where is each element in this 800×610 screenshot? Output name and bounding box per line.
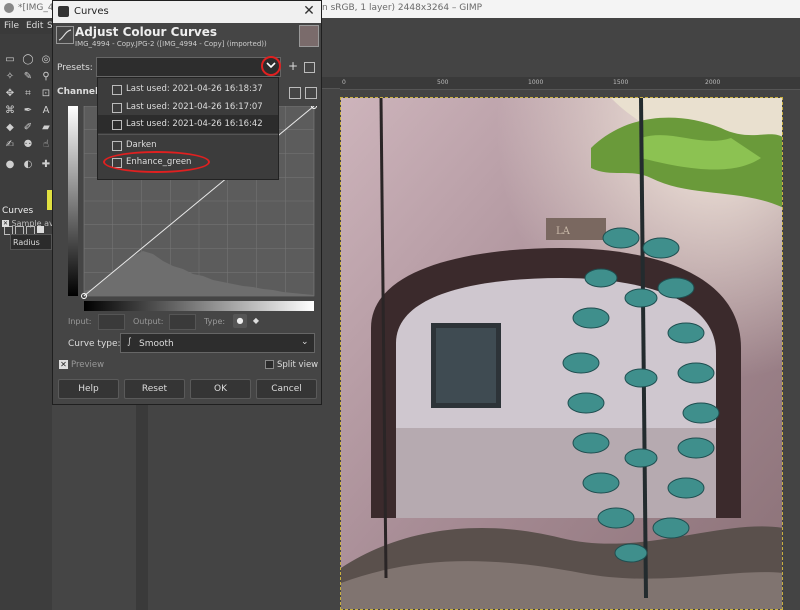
text-tool-icon[interactable]: A [40, 105, 52, 117]
menu-file[interactable]: File [4, 21, 19, 31]
paintbrush-tool-icon[interactable]: ✐ [22, 122, 34, 134]
heal-tool-icon[interactable]: ✚ [40, 159, 52, 171]
tool-options-title: Curves [2, 206, 34, 216]
output-spinbox[interactable] [169, 314, 196, 330]
menubar: File Edit S [0, 18, 53, 34]
warp-tool-icon[interactable]: ⌘ [4, 105, 16, 117]
log-histogram-icon[interactable] [305, 87, 317, 99]
preset-item[interactable]: Last used: 2021-04-26 16:17:07 [98, 98, 278, 116]
ok-button[interactable]: OK [190, 379, 251, 399]
toolbox: ▭ ◯ ◎ ✧ ✎ ⚲ ✥ ⌗ ⊡ ⌘ ✒ A ◆ ✐ ▰ ✍ ⚉ ☝ ● ◐ … [0, 34, 52, 610]
unified-transform-tool-icon[interactable]: ⊡ [40, 88, 52, 100]
zoom-tool-icon[interactable]: ⚲ [40, 71, 52, 83]
chevron-down-icon[interactable]: ⌄ [301, 337, 309, 347]
preset-item[interactable]: Darken [98, 136, 278, 154]
ellipse-select-tool-icon[interactable]: ◯ [22, 54, 34, 66]
move-tool-icon[interactable]: ✥ [4, 88, 16, 100]
close-icon[interactable]: ✕ [301, 3, 317, 19]
presets-menu-icon[interactable] [304, 62, 315, 73]
channel-label: Channel [57, 87, 99, 97]
image-canvas[interactable]: LA [340, 97, 783, 610]
sample-average-option[interactable]: ✕ Sample av [2, 219, 54, 228]
input-spinbox[interactable] [98, 314, 125, 330]
menu-edit[interactable]: Edit [26, 21, 43, 31]
eraser-tool-icon[interactable]: ▰ [40, 122, 52, 134]
presets-combo[interactable] [96, 57, 281, 77]
free-select-tool-icon[interactable]: ◎ [40, 54, 52, 66]
blur-tool-icon[interactable]: ● [4, 159, 16, 171]
gimp-logo-icon [4, 3, 14, 13]
bucket-fill-tool-icon[interactable]: ◆ [4, 122, 16, 134]
preview-label: Preview [71, 360, 105, 370]
fuzzy-select-tool-icon[interactable]: ✧ [4, 71, 16, 83]
input-label: Input: [68, 317, 92, 326]
photo-illustration: LA [341, 98, 782, 609]
linear-histogram-icon[interactable] [289, 87, 301, 99]
curve-type-label: Curve type: [68, 339, 121, 349]
rect-select-tool-icon[interactable]: ▭ [4, 54, 16, 66]
split-view-label: Split view [277, 360, 319, 370]
type-label: Type: [204, 317, 226, 326]
output-label: Output: [133, 317, 164, 326]
sample-average-label: Sample av [11, 219, 54, 228]
dialog-subheading: IMG_4994 - Copy.JPG-2 ([IMG_4994 - Copy]… [75, 40, 267, 48]
preset-icon [112, 141, 122, 151]
sample-average-checkbox[interactable]: ✕ [2, 220, 9, 227]
svg-text:LA: LA [556, 226, 571, 237]
highlight-ellipse-enhance-green [103, 151, 210, 173]
add-preset-button[interactable]: + [288, 59, 298, 73]
curve-type-value: Smooth [139, 339, 174, 349]
highlight-circle-arrow [261, 56, 281, 76]
ruler-label: 1000 [528, 79, 544, 86]
presets-label: Presets: [57, 63, 93, 73]
dropdown-separator [98, 134, 278, 135]
paths-tool-icon[interactable]: ✒ [22, 105, 34, 117]
curves-header-icon [56, 26, 74, 44]
preset-icon [112, 120, 122, 130]
dialog-title-bar[interactable]: Curves ✕ [53, 1, 321, 23]
cancel-button[interactable]: Cancel [256, 379, 317, 399]
curves-dialog: Curves ✕ Adjust Colour Curves IMG_4994 -… [52, 0, 322, 405]
main-title-right: n sRGB, 1 layer) 2448x3264 – GIMP [322, 3, 483, 13]
dialog-heading: Adjust Colour Curves [75, 25, 218, 39]
ruler-label: 2000 [705, 79, 721, 86]
ruler-label: 1500 [613, 79, 629, 86]
help-button[interactable]: Help [58, 379, 119, 399]
smudge-tool-icon[interactable]: ☝ [40, 139, 52, 151]
dialog-title: Curves [74, 6, 109, 17]
ink-tool-icon[interactable]: ✍ [4, 139, 16, 151]
ruler-label: 500 [437, 79, 449, 86]
preset-item[interactable]: Last used: 2021-04-26 16:16:42 [98, 115, 278, 133]
smooth-point-icon[interactable]: ● [233, 314, 247, 328]
crop-tool-icon[interactable]: ⌗ [22, 88, 34, 100]
top-ruler: 0 500 1000 1500 2000 [340, 77, 800, 90]
horizontal-gradient-bar [84, 301, 314, 311]
vertical-gradient-bar [68, 106, 78, 296]
color-picker-tool-icon[interactable]: ✎ [22, 71, 34, 83]
split-view-checkbox[interactable] [265, 360, 274, 369]
reset-button[interactable]: Reset [124, 379, 185, 399]
preset-icon [112, 85, 122, 95]
preset-item[interactable]: Last used: 2021-04-26 16:18:37 [98, 80, 278, 98]
clone-tool-icon[interactable]: ⚉ [22, 139, 34, 151]
preset-icon [112, 103, 122, 113]
image-thumbnail [299, 25, 319, 47]
curves-title-icon [58, 6, 69, 17]
ruler-label: 0 [342, 79, 346, 86]
smooth-curve-icon: ∫ [127, 337, 132, 347]
radius-field[interactable]: Radius [10, 234, 52, 250]
corner-point-icon[interactable]: ◆ [251, 314, 261, 328]
dodge-tool-icon[interactable]: ◐ [22, 159, 34, 171]
preview-checkbox[interactable]: ✕ [59, 360, 68, 369]
